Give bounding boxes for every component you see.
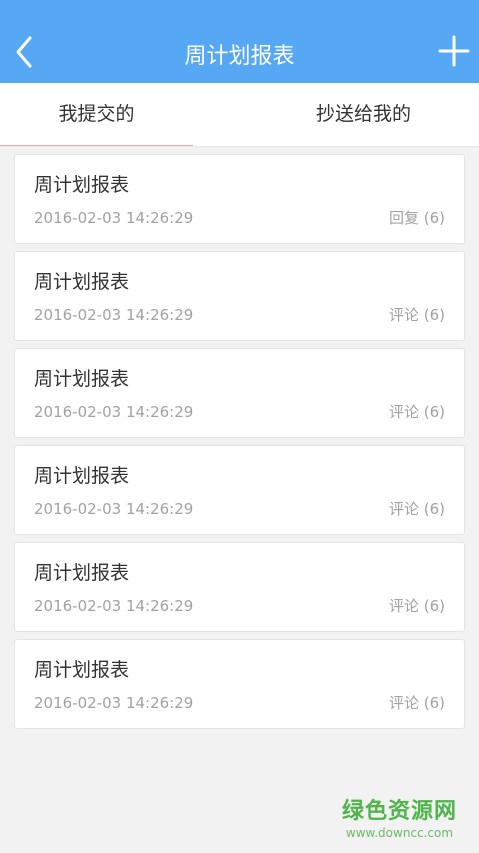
item-timestamp: 2016-02-03 14:26:29 [34,500,194,518]
page-title: 周计划报表 [184,44,295,69]
add-button[interactable] [437,34,471,68]
chevron-left-icon [16,36,32,68]
list-item[interactable]: 周计划报表 2016-02-03 14:26:29 评论 (6) [14,348,465,438]
list-item[interactable]: 周计划报表 2016-02-03 14:26:29 评论 (6) [14,542,465,632]
item-timestamp: 2016-02-03 14:26:29 [34,694,194,712]
item-title: 周计划报表 [34,368,130,390]
item-title: 周计划报表 [34,174,130,196]
item-title: 周计划报表 [34,659,130,681]
item-comment-count: 评论 (6) [388,597,445,615]
app-header: 周计划报表 [0,0,479,83]
list-item[interactable]: 周计划报表 2016-02-03 14:26:29 回复 (6) [14,154,465,244]
item-comment-count: 评论 (6) [388,306,445,324]
watermark-text: 绿色资源网 [341,799,457,824]
list-item[interactable]: 周计划报表 2016-02-03 14:26:29 评论 (6) [14,639,465,729]
item-title: 周计划报表 [34,465,130,487]
watermark-url: www.downcc.com [345,826,454,840]
item-title: 周计划报表 [34,271,130,293]
item-comment-count: 评论 (6) [388,403,445,421]
item-comment-count: 评论 (6) [388,500,445,518]
item-title: 周计划报表 [34,562,130,584]
list-item[interactable]: 周计划报表 2016-02-03 14:26:29 评论 (6) [14,445,465,535]
list-item[interactable]: 周计划报表 2016-02-03 14:26:29 评论 (6) [14,251,465,341]
item-timestamp: 2016-02-03 14:26:29 [34,403,194,421]
back-button[interactable] [6,30,46,70]
tab-submitted[interactable]: 我提交的 [0,83,193,146]
item-reply-count: 回复 (6) [388,209,445,227]
item-comment-count: 评论 (6) [388,694,445,712]
item-timestamp: 2016-02-03 14:26:29 [34,597,194,615]
plus-icon [438,35,470,67]
report-list: 周计划报表 2016-02-03 14:26:29 回复 (6) 周计划报表 2… [14,154,465,736]
tab-cc-to-me[interactable]: 抄送给我的 [248,83,479,146]
tab-bar: 我提交的 抄送给我的 [0,83,479,146]
divider [0,146,479,147]
watermark-logo: 绿色资源网 www.downcc.com [342,799,457,841]
item-timestamp: 2016-02-03 14:26:29 [34,306,194,324]
item-timestamp: 2016-02-03 14:26:29 [34,209,194,227]
